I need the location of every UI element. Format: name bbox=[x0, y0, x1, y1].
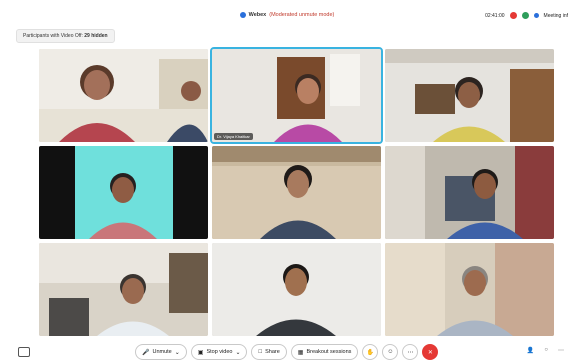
video-tile[interactable] bbox=[39, 146, 208, 239]
end-call-button[interactable]: ✕ bbox=[422, 344, 439, 360]
unmute-button[interactable]: 🎤 Unmute ⌄ bbox=[135, 344, 187, 360]
reactions-button[interactable]: ☺ bbox=[382, 344, 399, 360]
stop-video-label: Stop video bbox=[206, 349, 233, 355]
unmute-label: Unmute bbox=[152, 349, 172, 355]
participant-video bbox=[385, 49, 554, 142]
recording-icon[interactable] bbox=[509, 12, 517, 19]
more-options-button[interactable]: ⋯ bbox=[402, 344, 419, 360]
breakout-sessions-button[interactable]: ▦ Breakout sessions bbox=[290, 344, 359, 360]
chevron-down-icon[interactable]: ⌄ bbox=[235, 349, 240, 356]
video-tile[interactable] bbox=[39, 243, 208, 336]
participant-video bbox=[212, 49, 381, 142]
more-icon[interactable]: ⋯ bbox=[558, 347, 564, 354]
video-tile-active-speaker[interactable]: Dr. Vijaya Khaitkar bbox=[210, 47, 383, 144]
right-controls: 👤 ○ ⋯ bbox=[527, 347, 564, 354]
meeting-info-link[interactable]: Meeting inf bbox=[544, 13, 568, 19]
meeting-controls-bar: 🎤 Unmute ⌄ ▣ Stop video ⌄ □ Share ▦ Brea… bbox=[0, 340, 574, 362]
mode-label: (Moderated unmute mode) bbox=[269, 12, 335, 18]
webex-logo-icon bbox=[239, 12, 246, 18]
hidden-count: 29 hidden bbox=[84, 33, 108, 39]
meeting-timer: 02:41:00 bbox=[485, 12, 505, 19]
video-grid: Dr. Vijaya Khaitkar bbox=[39, 47, 554, 336]
share-button[interactable]: □ Share bbox=[251, 344, 287, 360]
raise-hand-button[interactable]: ✋ bbox=[362, 344, 379, 360]
video-tile[interactable] bbox=[385, 243, 554, 336]
participants-icon[interactable]: 👤 bbox=[527, 347, 534, 354]
participant-video bbox=[212, 146, 381, 239]
pill-label: Participants with Video Off: bbox=[23, 33, 83, 39]
microphone-muted-icon: 🎤 bbox=[142, 349, 150, 356]
participant-video bbox=[385, 146, 554, 239]
video-tile[interactable] bbox=[385, 146, 554, 239]
participant-video bbox=[39, 49, 208, 142]
breakout-icon: ▦ bbox=[297, 349, 304, 356]
chevron-down-icon[interactable]: ⌄ bbox=[175, 349, 180, 356]
top-right-status: 02:41:00 Meeting inf bbox=[485, 12, 568, 19]
share-screen-icon: □ bbox=[258, 349, 263, 355]
video-tile[interactable] bbox=[39, 49, 208, 142]
share-label: Share bbox=[265, 349, 280, 355]
participant-name: Dr. Vijaya Khaitkar bbox=[214, 133, 253, 140]
participant-video bbox=[385, 243, 554, 336]
stop-video-button[interactable]: ▣ Stop video ⌄ bbox=[190, 344, 248, 360]
breakout-label: Breakout sessions bbox=[306, 349, 352, 355]
info-icon bbox=[533, 13, 539, 18]
video-camera-icon: ▣ bbox=[197, 349, 204, 356]
control-buttons: 🎤 Unmute ⌄ ▣ Stop video ⌄ □ Share ▦ Brea… bbox=[135, 344, 439, 360]
chat-icon[interactable] bbox=[18, 347, 30, 357]
app-name: Webex bbox=[248, 12, 267, 18]
video-tile[interactable] bbox=[212, 243, 381, 336]
chat-panel-icon[interactable]: ○ bbox=[544, 347, 548, 354]
video-tile[interactable] bbox=[385, 49, 554, 142]
participant-video bbox=[212, 243, 381, 336]
participant-video bbox=[39, 243, 208, 336]
video-tile[interactable] bbox=[212, 146, 381, 239]
video-off-pill[interactable]: Participants with Video Off: 29 hidden bbox=[16, 29, 115, 43]
participant-video bbox=[39, 146, 208, 239]
meeting-title: Webex (Moderated unmute mode) bbox=[239, 12, 335, 18]
connection-icon[interactable] bbox=[521, 12, 529, 19]
